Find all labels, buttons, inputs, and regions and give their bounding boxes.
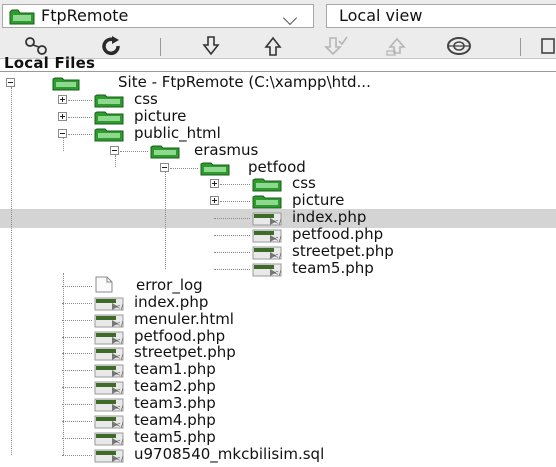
tree-connector <box>214 268 250 270</box>
tree-connector <box>62 353 92 355</box>
chevron-down-icon[interactable] <box>282 10 298 26</box>
collapse-minus-icon[interactable] <box>58 128 67 138</box>
panel-title: Local Files <box>4 54 96 72</box>
svg-text:</>: </> <box>115 455 124 463</box>
tree-connector <box>62 404 92 406</box>
tree-guide-line <box>115 154 116 168</box>
tree-connector <box>62 336 92 338</box>
expand-plus-icon[interactable] <box>58 111 67 121</box>
tree-connector <box>220 184 250 186</box>
checkin-icon[interactable] <box>382 35 412 57</box>
svg-text:</>: </> <box>115 337 124 345</box>
toolbar-separator <box>520 38 521 56</box>
tree-connector <box>62 370 92 372</box>
tree-connector <box>62 454 92 456</box>
svg-text:</>: </> <box>273 252 282 260</box>
expand-plus-icon[interactable] <box>210 179 219 189</box>
view-select-value: Local view <box>339 6 423 25</box>
collapse-minus-icon[interactable] <box>110 145 119 155</box>
php-file-icon: </> <box>94 448 129 467</box>
svg-text:</>: </> <box>273 218 282 226</box>
tree-guide-line <box>11 87 12 455</box>
file-tree: Site - FtpRemote (C:\xampp\htd... css pict… <box>0 72 556 463</box>
site-select[interactable]: FtpRemote <box>2 4 314 28</box>
expand-plus-icon[interactable] <box>210 196 219 206</box>
collapse-minus-icon[interactable] <box>160 162 169 172</box>
tree-connector <box>170 167 198 169</box>
tree-connector <box>62 437 92 439</box>
svg-text:</>: </> <box>273 235 282 243</box>
tree-guide-line <box>165 171 166 269</box>
expand-plus-icon[interactable] <box>58 94 67 104</box>
tree-item-label: team5.php <box>292 258 374 277</box>
svg-text:</>: </> <box>115 353 124 361</box>
tree-item-label: u9708540_mkcbilisim.sql <box>134 444 325 463</box>
checkout-icon[interactable] <box>320 35 350 57</box>
svg-text:</>: </> <box>115 320 124 328</box>
toolbar-separator <box>160 38 161 56</box>
refresh-icon[interactable] <box>96 35 126 57</box>
tree-guide-line <box>63 272 64 455</box>
tree-connector <box>214 235 250 237</box>
tree-connector <box>62 319 92 321</box>
tree-connector <box>214 252 250 253</box>
tree-connector <box>68 116 92 118</box>
svg-text:</>: </> <box>273 269 282 277</box>
local-files-header: Local Files <box>0 54 556 72</box>
tree-connector <box>62 302 92 304</box>
tree-connector <box>214 218 250 220</box>
tree-connector <box>62 421 92 422</box>
svg-text:</>: </> <box>115 370 124 378</box>
tree-guide-line <box>63 137 64 151</box>
folder-icon <box>9 9 35 31</box>
tree-row[interactable]: </> u9708540_mkcbilisim.sql <box>0 444 556 467</box>
top-bar: FtpRemote Local view <box>0 0 556 34</box>
collapse-minus-icon[interactable] <box>6 78 15 87</box>
expand-icon[interactable] <box>536 35 556 57</box>
get-icon[interactable] <box>196 35 226 57</box>
svg-text:</>: </> <box>115 404 124 412</box>
tree-connector <box>68 99 92 101</box>
tree-connector <box>62 387 92 389</box>
svg-text:</>: </> <box>115 303 124 311</box>
view-select[interactable]: Local view <box>326 4 556 28</box>
site-select-value: FtpRemote <box>41 6 129 25</box>
tree-connector <box>68 133 92 135</box>
tree-connector <box>220 201 250 203</box>
tree-connector <box>62 285 92 287</box>
sync-icon[interactable] <box>444 35 474 57</box>
put-icon[interactable] <box>258 35 288 57</box>
svg-text:</>: </> <box>115 438 124 446</box>
svg-text:</>: </> <box>115 387 124 395</box>
tree-connector <box>120 150 148 152</box>
svg-text:</>: </> <box>115 421 124 429</box>
